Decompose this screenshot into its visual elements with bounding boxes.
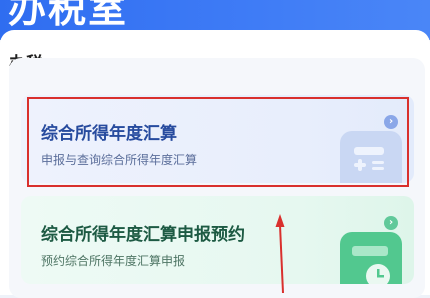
annotation-arrow-icon [275, 214, 285, 294]
